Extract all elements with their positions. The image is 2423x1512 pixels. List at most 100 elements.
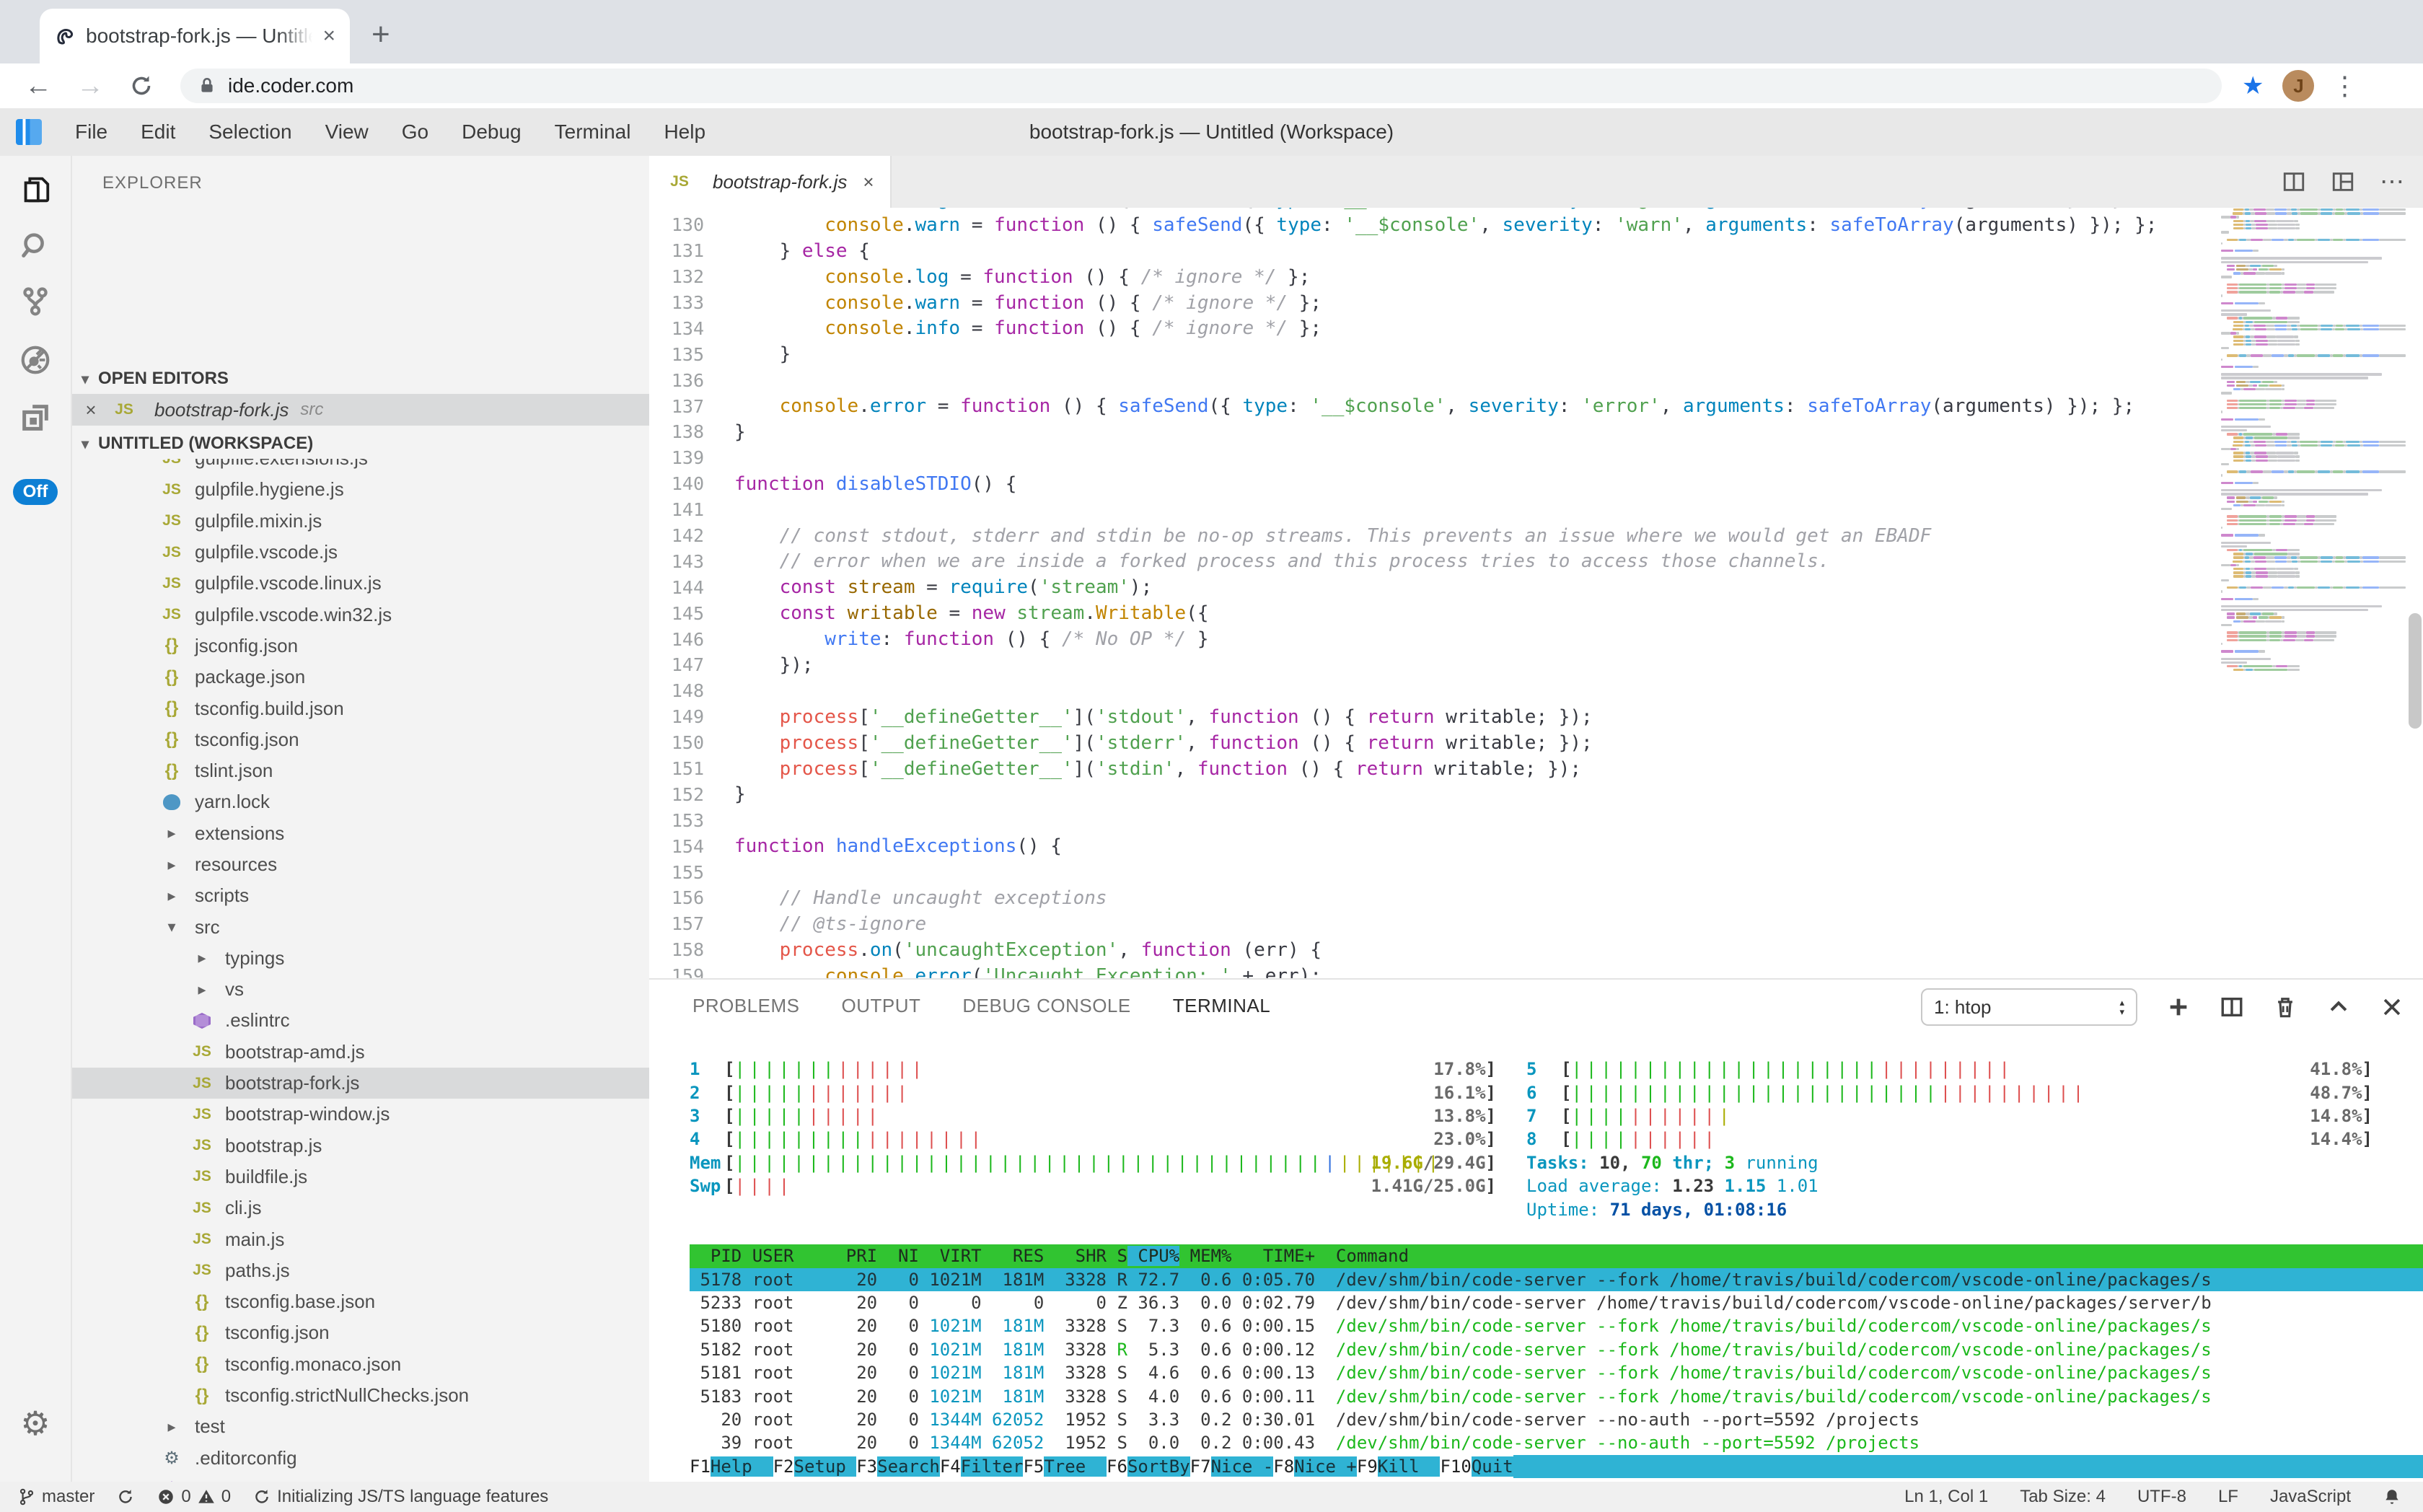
git-branch-status[interactable]: master [17, 1487, 94, 1507]
menu-item-debug[interactable]: Debug [462, 120, 522, 144]
browser-tab[interactable]: bootstrap-fork.js — Untitled (W × [40, 9, 350, 63]
tree-item-tsconfig.strictNullChecks.json[interactable]: {}tsconfig.strictNullChecks.json [72, 1380, 649, 1411]
menu-item-selection[interactable]: Selection [208, 120, 291, 144]
tree-item-gulpfile.vscode.win32.js[interactable]: JSgulpfile.vscode.win32.js [72, 599, 649, 630]
reload-icon[interactable] [128, 73, 154, 99]
panel-tab-debug-console[interactable]: DEBUG CONSOLE [962, 995, 1130, 1017]
minimap[interactable] [2221, 208, 2406, 978]
tree-item-gulpfile.vscode.js[interactable]: JSgulpfile.vscode.js [72, 537, 649, 568]
htop-process-row[interactable]: 5180 root 20 0 1021M 181M 3328 S 7.3 0.6… [690, 1314, 2423, 1337]
new-terminal-icon[interactable] [2166, 995, 2191, 1019]
menu-item-file[interactable]: File [75, 120, 107, 144]
explorer-activity-icon[interactable] [0, 173, 71, 206]
htop-table-header[interactable]: PID USER PRI NI VIRT RES SHR S CPU% MEM%… [690, 1244, 2423, 1267]
menu-item-help[interactable]: Help [664, 120, 705, 144]
tree-item-gulpfile.hygiene.js[interactable]: JSgulpfile.hygiene.js [72, 474, 649, 505]
new-tab-button[interactable]: + [371, 19, 390, 50]
tree-item-resources[interactable]: ▸resources [72, 849, 649, 880]
menu-item-edit[interactable]: Edit [141, 120, 175, 144]
tree-item-extensions[interactable]: ▸extensions [72, 818, 649, 849]
tree-item-tslint.json[interactable]: {}tslint.json [72, 755, 649, 786]
tree-item-bootstrap-window.js[interactable]: JSbootstrap-window.js [72, 1099, 649, 1130]
htop-process-row[interactable]: 5233 root 20 0 0 0 0 Z 36.3 0.0 0:02.79 … [690, 1291, 2423, 1314]
close-icon[interactable]: × [72, 399, 110, 421]
menu-item-view[interactable]: View [325, 120, 369, 144]
settings-gear-icon[interactable]: ⚙ [0, 1404, 71, 1443]
workspace-section[interactable]: ▾ UNTITLED (WORKSPACE) [72, 428, 649, 459]
offline-badge[interactable]: Off [0, 479, 71, 505]
tree-item-typings[interactable]: ▸typings [72, 943, 649, 974]
bookmark-star-icon[interactable]: ★ [2242, 71, 2264, 100]
kill-terminal-icon[interactable] [2273, 995, 2297, 1019]
htop-process-row[interactable]: 5182 root 20 0 1021M 181M 3328 R 5.3 0.6… [690, 1338, 2423, 1361]
back-icon[interactable]: ← [25, 71, 52, 102]
source-control-activity-icon[interactable] [0, 284, 71, 317]
tree-item-tsconfig.monaco.json[interactable]: {}tsconfig.monaco.json [72, 1349, 649, 1380]
tree-item-gulpfile.vscode.linux.js[interactable]: JSgulpfile.vscode.linux.js [72, 568, 649, 599]
scrollbar-thumb[interactable] [2409, 613, 2422, 729]
open-editors-section[interactable]: ▾ OPEN EDITORS [72, 364, 649, 394]
tree-item-tsconfig.json[interactable]: {}tsconfig.json [72, 1317, 649, 1348]
terminal[interactable]: 1 [|||||||||||||17.8%]5 [|||||||||||||||… [649, 1032, 2423, 1482]
code-editor[interactable]: 129 console.log = function () { safeSend… [649, 208, 2423, 978]
tab-close-icon[interactable]: × [322, 24, 335, 48]
editor-scrollbar[interactable] [2407, 208, 2423, 978]
tree-item-.eslintrc.json[interactable]: .eslintrc.json [72, 1474, 649, 1482]
tree-item-.eslintrc[interactable]: .eslintrc [72, 1005, 649, 1036]
sync-status[interactable] [116, 1487, 135, 1506]
panel-tab-terminal[interactable]: TERMINAL [1173, 995, 1270, 1017]
tree-item-bootstrap-amd.js[interactable]: JSbootstrap-amd.js [72, 1037, 649, 1068]
extensions-activity-icon[interactable] [0, 401, 71, 434]
tree-item-cli.js[interactable]: JScli.js [72, 1192, 649, 1223]
tree-item-bootstrap.js[interactable]: JSbootstrap.js [72, 1130, 649, 1161]
tree-item-buildfile.js[interactable]: JSbuildfile.js [72, 1161, 649, 1192]
tree-item-vs[interactable]: ▸vs [72, 974, 649, 1005]
browser-menu-icon[interactable]: ⋮ [2331, 71, 2357, 101]
address-bar[interactable]: ide.coder.com [180, 69, 2222, 103]
tree-item-paths.js[interactable]: JSpaths.js [72, 1255, 649, 1286]
htop-function-keys[interactable]: F1Help F2Setup F3SearchF4FilterF5Tree F6… [690, 1455, 2423, 1478]
menu-item-go[interactable]: Go [402, 120, 428, 144]
tree-item-bootstrap-fork.js[interactable]: JSbootstrap-fork.js [72, 1068, 649, 1099]
tree-item-scripts[interactable]: ▸scripts [72, 880, 649, 911]
app-logo-icon[interactable] [16, 119, 42, 145]
search-activity-icon[interactable] [0, 229, 71, 263]
tree-item-main.js[interactable]: JSmain.js [72, 1223, 649, 1254]
editor-layout-icon[interactable] [2331, 170, 2355, 194]
tree-item-yarn.lock[interactable]: yarn.lock [72, 786, 649, 817]
problems-status[interactable]: 0 0 [157, 1487, 231, 1507]
debug-activity-icon[interactable] [0, 343, 71, 377]
open-editor-item[interactable]: × JS bootstrap-fork.js src [72, 394, 649, 426]
tree-item-tsconfig.build.json[interactable]: {}tsconfig.build.json [72, 693, 649, 724]
editor-tab[interactable]: JS bootstrap-fork.js × [649, 156, 892, 208]
tree-item-tsconfig.json[interactable]: {}tsconfig.json [72, 724, 649, 755]
avatar[interactable]: J [2282, 70, 2314, 102]
status-utf-8[interactable]: UTF-8 [2137, 1487, 2186, 1507]
tree-item-.editorconfig[interactable]: ⚙.editorconfig [72, 1443, 649, 1474]
tree-item-package.json[interactable]: {}package.json [72, 662, 649, 693]
tree-item-gulpfile.extensions.js[interactable]: JSgulpfile.extensions.js [72, 459, 649, 474]
htop-process-row[interactable]: 39 root 20 0 1344M 62052 1952 S 0.0 0.2 … [690, 1431, 2423, 1454]
htop-process-row[interactable]: 20 root 20 0 1344M 62052 1952 S 3.3 0.2 … [690, 1408, 2423, 1431]
tree-item-src[interactable]: ▾src [72, 911, 649, 942]
tab-close-icon[interactable]: × [863, 171, 874, 193]
bell-icon[interactable] [2383, 1487, 2401, 1506]
status-lf[interactable]: LF [2218, 1487, 2238, 1507]
split-terminal-icon[interactable] [2220, 995, 2244, 1019]
split-editor-icon[interactable] [2282, 170, 2306, 194]
htop-process-row[interactable]: 5183 root 20 0 1021M 181M 3328 S 4.0 0.6… [690, 1384, 2423, 1407]
forward-icon[interactable]: → [76, 71, 104, 102]
status-javascript[interactable]: JavaScript [2270, 1487, 2351, 1507]
panel-tab-output[interactable]: OUTPUT [842, 995, 921, 1017]
terminal-select[interactable]: 1: htop ▴▾ [1921, 988, 2137, 1026]
menu-item-terminal[interactable]: Terminal [555, 120, 631, 144]
htop-process-row[interactable]: 5178 root 20 0 1021M 181M 3328 R 72.7 0.… [690, 1268, 2423, 1291]
tree-item-tsconfig.base.json[interactable]: {}tsconfig.base.json [72, 1286, 649, 1317]
tree-item-test[interactable]: ▸test [72, 1411, 649, 1442]
status-tab-size-4[interactable]: Tab Size: 4 [2020, 1487, 2106, 1507]
tree-item-gulpfile.mixin.js[interactable]: JSgulpfile.mixin.js [72, 506, 649, 537]
panel-tab-problems[interactable]: PROBLEMS [692, 995, 800, 1017]
htop-process-row[interactable]: 5181 root 20 0 1021M 181M 3328 S 4.6 0.6… [690, 1361, 2423, 1384]
status-ln-1-col-1[interactable]: Ln 1, Col 1 [1904, 1487, 1988, 1507]
maximize-panel-icon[interactable] [2326, 995, 2351, 1019]
